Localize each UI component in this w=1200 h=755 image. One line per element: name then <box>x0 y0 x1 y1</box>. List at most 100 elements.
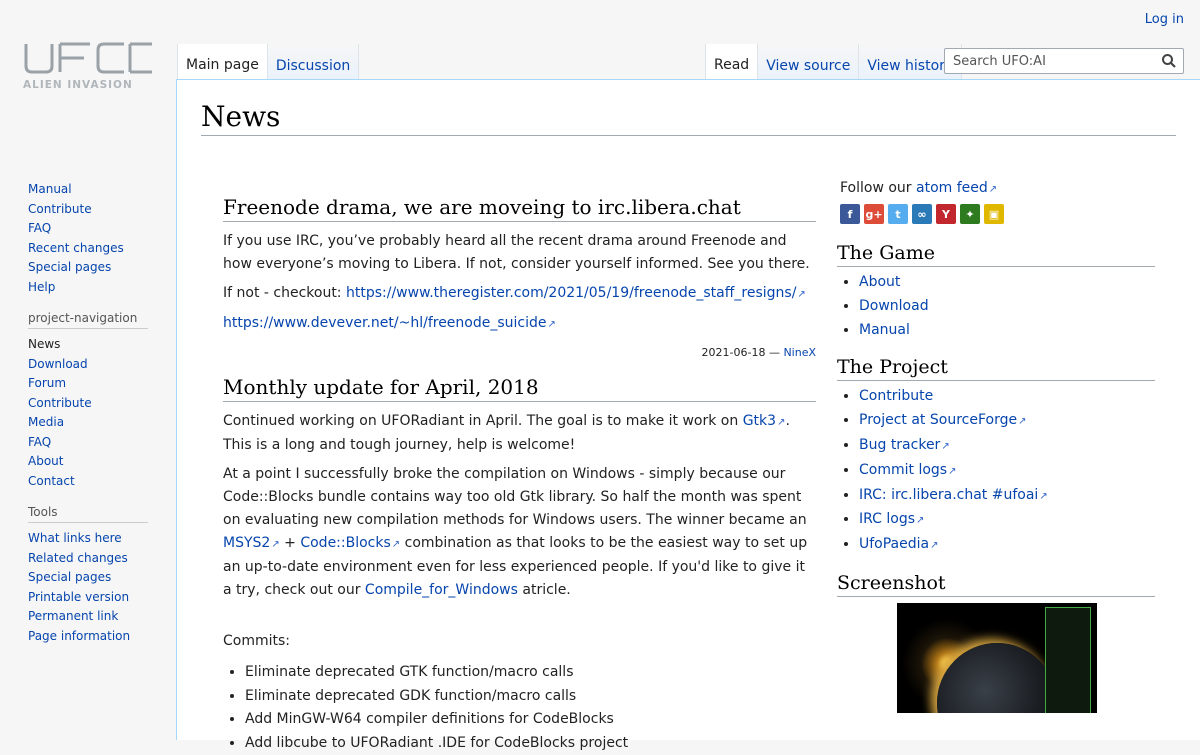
project-link[interactable]: Project at SourceForge <box>859 412 1026 428</box>
sidebar-link[interactable]: Forum <box>28 376 66 390</box>
sidebar-link[interactable]: Printable version <box>28 590 129 604</box>
sidebar-item-manual[interactable]: Manual <box>28 180 176 200</box>
sidebar-item-about[interactable]: About <box>28 452 176 472</box>
sidebar-link[interactable]: Media <box>28 415 64 429</box>
post-paragraph: If not - checkout: https://www.theregist… <box>223 282 816 306</box>
sidebar-item-recent-changes[interactable]: Recent changes <box>28 239 176 259</box>
the-project-box: The Project ContributeProject at SourceF… <box>837 356 1155 558</box>
project-link[interactable]: UfoPaedia <box>859 536 939 552</box>
sidebar-item-contribute[interactable]: Contribute <box>28 200 176 220</box>
post-text: Continued working on UFORadiant in April… <box>223 413 743 429</box>
project-link[interactable]: IRC: irc.libera.chat #ufoai <box>859 487 1048 503</box>
site-logo[interactable]: ALIEN INVASION <box>20 38 160 98</box>
project-item[interactable]: Contribute <box>859 385 1155 409</box>
project-link[interactable]: IRC logs <box>859 511 924 527</box>
tab-read[interactable]: Read <box>705 44 758 80</box>
project-item[interactable]: IRC: irc.libera.chat #ufoai <box>859 484 1155 509</box>
sidebar-item-special-pages-2[interactable]: Special pages <box>28 568 176 588</box>
gtk3-link[interactable]: Gtk3 <box>743 413 786 429</box>
project-link[interactable]: Commit logs <box>859 462 956 478</box>
indiedb-icon[interactable]: ▣ <box>984 204 1004 224</box>
sidebar-item-related-changes[interactable]: Related changes <box>28 549 176 569</box>
sidebar-link[interactable]: Help <box>28 280 55 294</box>
sidebar-item-special-pages[interactable]: Special pages <box>28 258 176 278</box>
follow-line: Follow our atom feed <box>840 180 1155 196</box>
news-post: Monthly update for April, 2018 Continued… <box>223 375 816 755</box>
the-game-box: The Game About Download Manual <box>837 242 1155 342</box>
sidebar-item-permanent-link[interactable]: Permanent link <box>28 607 176 627</box>
identica-icon[interactable]: ∞ <box>912 204 932 224</box>
game-screenshot-image[interactable] <box>897 603 1097 713</box>
sidebar-item-faq[interactable]: FAQ <box>28 219 176 239</box>
sidebar-item-page-information[interactable]: Page information <box>28 627 176 647</box>
screenshot-box: Screenshot <box>837 572 1155 713</box>
page-title: News <box>201 100 1176 136</box>
sidebar-link[interactable]: Contribute <box>28 396 92 410</box>
sidebar-link[interactable]: FAQ <box>28 221 51 235</box>
project-item[interactable]: IRC logs <box>859 508 1155 533</box>
msys2-link[interactable]: MSYS2 <box>223 535 280 551</box>
sidebar-link[interactable]: About <box>28 454 63 468</box>
sidebar-link[interactable]: Related changes <box>28 551 128 565</box>
project-item[interactable]: UfoPaedia <box>859 533 1155 558</box>
game-link[interactable]: Manual <box>859 322 910 338</box>
sidebar-item-download[interactable]: Download <box>28 355 176 375</box>
post-title: Freenode drama, we are moveing to irc.li… <box>223 195 816 222</box>
sidebar-link[interactable]: Permanent link <box>28 609 118 623</box>
sidebar-link[interactable]: Special pages <box>28 260 111 274</box>
tab-view-source[interactable]: View source <box>758 44 859 80</box>
sidebar-item-printable-version[interactable]: Printable version <box>28 588 176 608</box>
commits-list: Eliminate deprecated GTK function/macro … <box>223 661 816 755</box>
project-link[interactable]: Contribute <box>859 388 933 404</box>
logo-text: ALIEN INVASION <box>23 79 133 91</box>
post-author-link[interactable]: NineX <box>783 346 816 359</box>
game-item-download[interactable]: Download <box>859 295 1155 319</box>
sidebar: Manual Contribute FAQ Recent changes Spe… <box>0 180 176 660</box>
theregister-link[interactable]: https://www.theregister.com/2021/05/19/f… <box>346 285 806 301</box>
sidebar-item-faq-2[interactable]: FAQ <box>28 433 176 453</box>
game-item-about[interactable]: About <box>859 271 1155 295</box>
search-icon[interactable] <box>1161 53 1177 69</box>
sidebar-item-what-links-here[interactable]: What links here <box>28 529 176 549</box>
sidebar-item-help[interactable]: Help <box>28 278 176 298</box>
atom-feed-link[interactable]: atom feed <box>916 180 997 196</box>
desura-icon[interactable]: ✦ <box>960 204 980 224</box>
commit-item: Add MinGW-W64 compiler definitions for C… <box>245 708 816 732</box>
commit-item: Add libcube to UFORadiant .IDE for CodeB… <box>245 732 816 755</box>
compile-for-windows-link[interactable]: Compile_for_Windows <box>365 582 518 598</box>
sidebar-link[interactable]: Contact <box>28 474 75 488</box>
sidebar-item-media[interactable]: Media <box>28 413 176 433</box>
project-link[interactable]: Bug tracker <box>859 437 950 453</box>
codeblocks-link[interactable]: Code::Blocks <box>300 535 400 551</box>
sidebar-item-forum[interactable]: Forum <box>28 374 176 394</box>
sidebar-item-contact[interactable]: Contact <box>28 472 176 492</box>
sidebar-link[interactable]: Manual <box>28 182 72 196</box>
game-link[interactable]: About <box>859 274 900 290</box>
sidebar-item-contribute-2[interactable]: Contribute <box>28 394 176 414</box>
devever-link[interactable]: https://www.devever.net/~hl/freenode_sui… <box>223 315 556 331</box>
tab-discussion[interactable]: Discussion <box>268 44 359 80</box>
sidebar-link[interactable]: Page information <box>28 629 130 643</box>
google-plus-icon[interactable]: g+ <box>864 204 884 224</box>
game-item-manual[interactable]: Manual <box>859 319 1155 343</box>
twitter-icon[interactable]: t <box>888 204 908 224</box>
game-link[interactable]: Download <box>859 298 929 314</box>
namespace-tabs: Main page Discussion <box>177 44 359 80</box>
login-link[interactable]: Log in <box>1145 12 1184 27</box>
project-item[interactable]: Commit logs <box>859 459 1155 484</box>
sidebar-item-news[interactable]: News <box>28 335 176 355</box>
sidebar-tools-portal: Tools What links here Related changes Sp… <box>28 505 176 646</box>
project-item[interactable]: Bug tracker <box>859 434 1155 459</box>
sidebar-link[interactable]: Recent changes <box>28 241 124 255</box>
sidebar-link[interactable]: News <box>28 337 60 351</box>
project-item[interactable]: Project at SourceForge <box>859 409 1155 434</box>
moddb-icon[interactable]: Y <box>936 204 956 224</box>
sidebar-link[interactable]: FAQ <box>28 435 51 449</box>
sidebar-link[interactable]: Special pages <box>28 570 111 584</box>
tab-main-page[interactable]: Main page <box>177 44 268 80</box>
sidebar-link[interactable]: What links here <box>28 531 122 545</box>
facebook-icon[interactable]: f <box>840 204 860 224</box>
sidebar-link[interactable]: Contribute <box>28 202 92 216</box>
search-input[interactable] <box>951 53 1155 70</box>
sidebar-link[interactable]: Download <box>28 357 88 371</box>
